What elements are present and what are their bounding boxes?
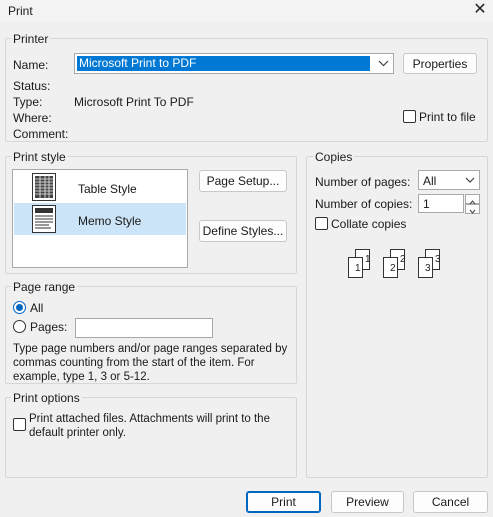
close-icon[interactable]: ✕ [470, 1, 490, 19]
page-range-pages-label[interactable]: Pages: [30, 320, 67, 334]
number-of-copies-label: Number of copies: [315, 197, 413, 211]
page-range-group-title: Page range [11, 280, 78, 294]
copies-spin-up[interactable] [465, 194, 480, 205]
window-title: Print [8, 4, 33, 18]
number-of-copies-input[interactable]: 1 [418, 194, 464, 213]
print-attached-files-checkbox[interactable] [13, 418, 26, 431]
style-item-memo[interactable]: Memo Style [14, 203, 186, 235]
properties-button[interactable]: Properties [403, 53, 477, 74]
number-of-pages-value: All [423, 174, 437, 188]
print-button[interactable]: Print [246, 491, 321, 513]
preview-button[interactable]: Preview [331, 491, 404, 513]
printer-type-label: Type: [13, 95, 43, 109]
print-attached-files-label[interactable]: Print attached files. Attachments will p… [29, 412, 291, 440]
style-item-table[interactable]: Table Style [14, 171, 186, 203]
collate-page-number: 3 [435, 254, 441, 265]
collate-page-number: 1 [365, 254, 371, 265]
printer-name-combo[interactable]: Microsoft Print to PDF [74, 53, 394, 74]
memo-style-icon [31, 204, 57, 234]
page-range-pages-radio[interactable] [13, 320, 26, 333]
page-setup-button[interactable]: Page Setup... [199, 170, 287, 192]
printer-status-label: Status: [13, 79, 51, 93]
copies-spin-down[interactable] [465, 204, 480, 214]
collate-page-number: 2 [390, 263, 396, 274]
page-range-all-radio[interactable] [13, 301, 26, 314]
collate-copies-label[interactable]: Collate copies [331, 217, 406, 231]
style-item-label: Table Style [78, 182, 137, 196]
number-of-pages-label: Number of pages: [315, 175, 411, 189]
printer-group-title: Printer [11, 32, 51, 46]
page-range-pages-input[interactable] [75, 318, 213, 338]
copies-group-title: Copies [313, 150, 355, 164]
page-range-all-label[interactable]: All [30, 301, 43, 315]
chevron-down-icon [375, 55, 392, 72]
chevron-down-icon [462, 172, 478, 188]
collate-copies-checkbox[interactable] [315, 217, 328, 230]
page-range-help-text: Type page numbers and/or page ranges sep… [13, 343, 288, 383]
collate-page-number: 2 [400, 254, 406, 265]
print-style-group-title: Print style [11, 150, 68, 164]
cancel-button[interactable]: Cancel [413, 491, 488, 513]
print-options-group-title: Print options [11, 391, 82, 405]
printer-name-value: Microsoft Print to PDF [77, 56, 370, 71]
print-to-file-checkbox[interactable] [403, 110, 416, 123]
print-style-list[interactable]: Table Style Memo Style [12, 169, 188, 268]
style-item-label: Memo Style [78, 214, 142, 228]
printer-where-label: Where: [13, 111, 52, 125]
collate-page-number: 3 [425, 263, 431, 274]
print-to-file-label[interactable]: Print to file [419, 110, 476, 124]
table-style-icon [31, 172, 57, 202]
define-styles-button[interactable]: Define Styles... [199, 220, 287, 242]
chevron-down-icon [469, 209, 476, 214]
title-bar [0, 0, 493, 22]
printer-comment-label: Comment: [13, 127, 69, 141]
printer-type-value: Microsoft Print To PDF [74, 95, 194, 109]
printer-name-label: Name: [13, 58, 49, 72]
collate-page-number: 1 [355, 263, 361, 274]
collate-illustration-icon: 1 1 2 2 3 3 [345, 246, 449, 280]
number-of-copies-value: 1 [423, 197, 430, 211]
number-of-pages-select[interactable]: All [418, 170, 480, 190]
